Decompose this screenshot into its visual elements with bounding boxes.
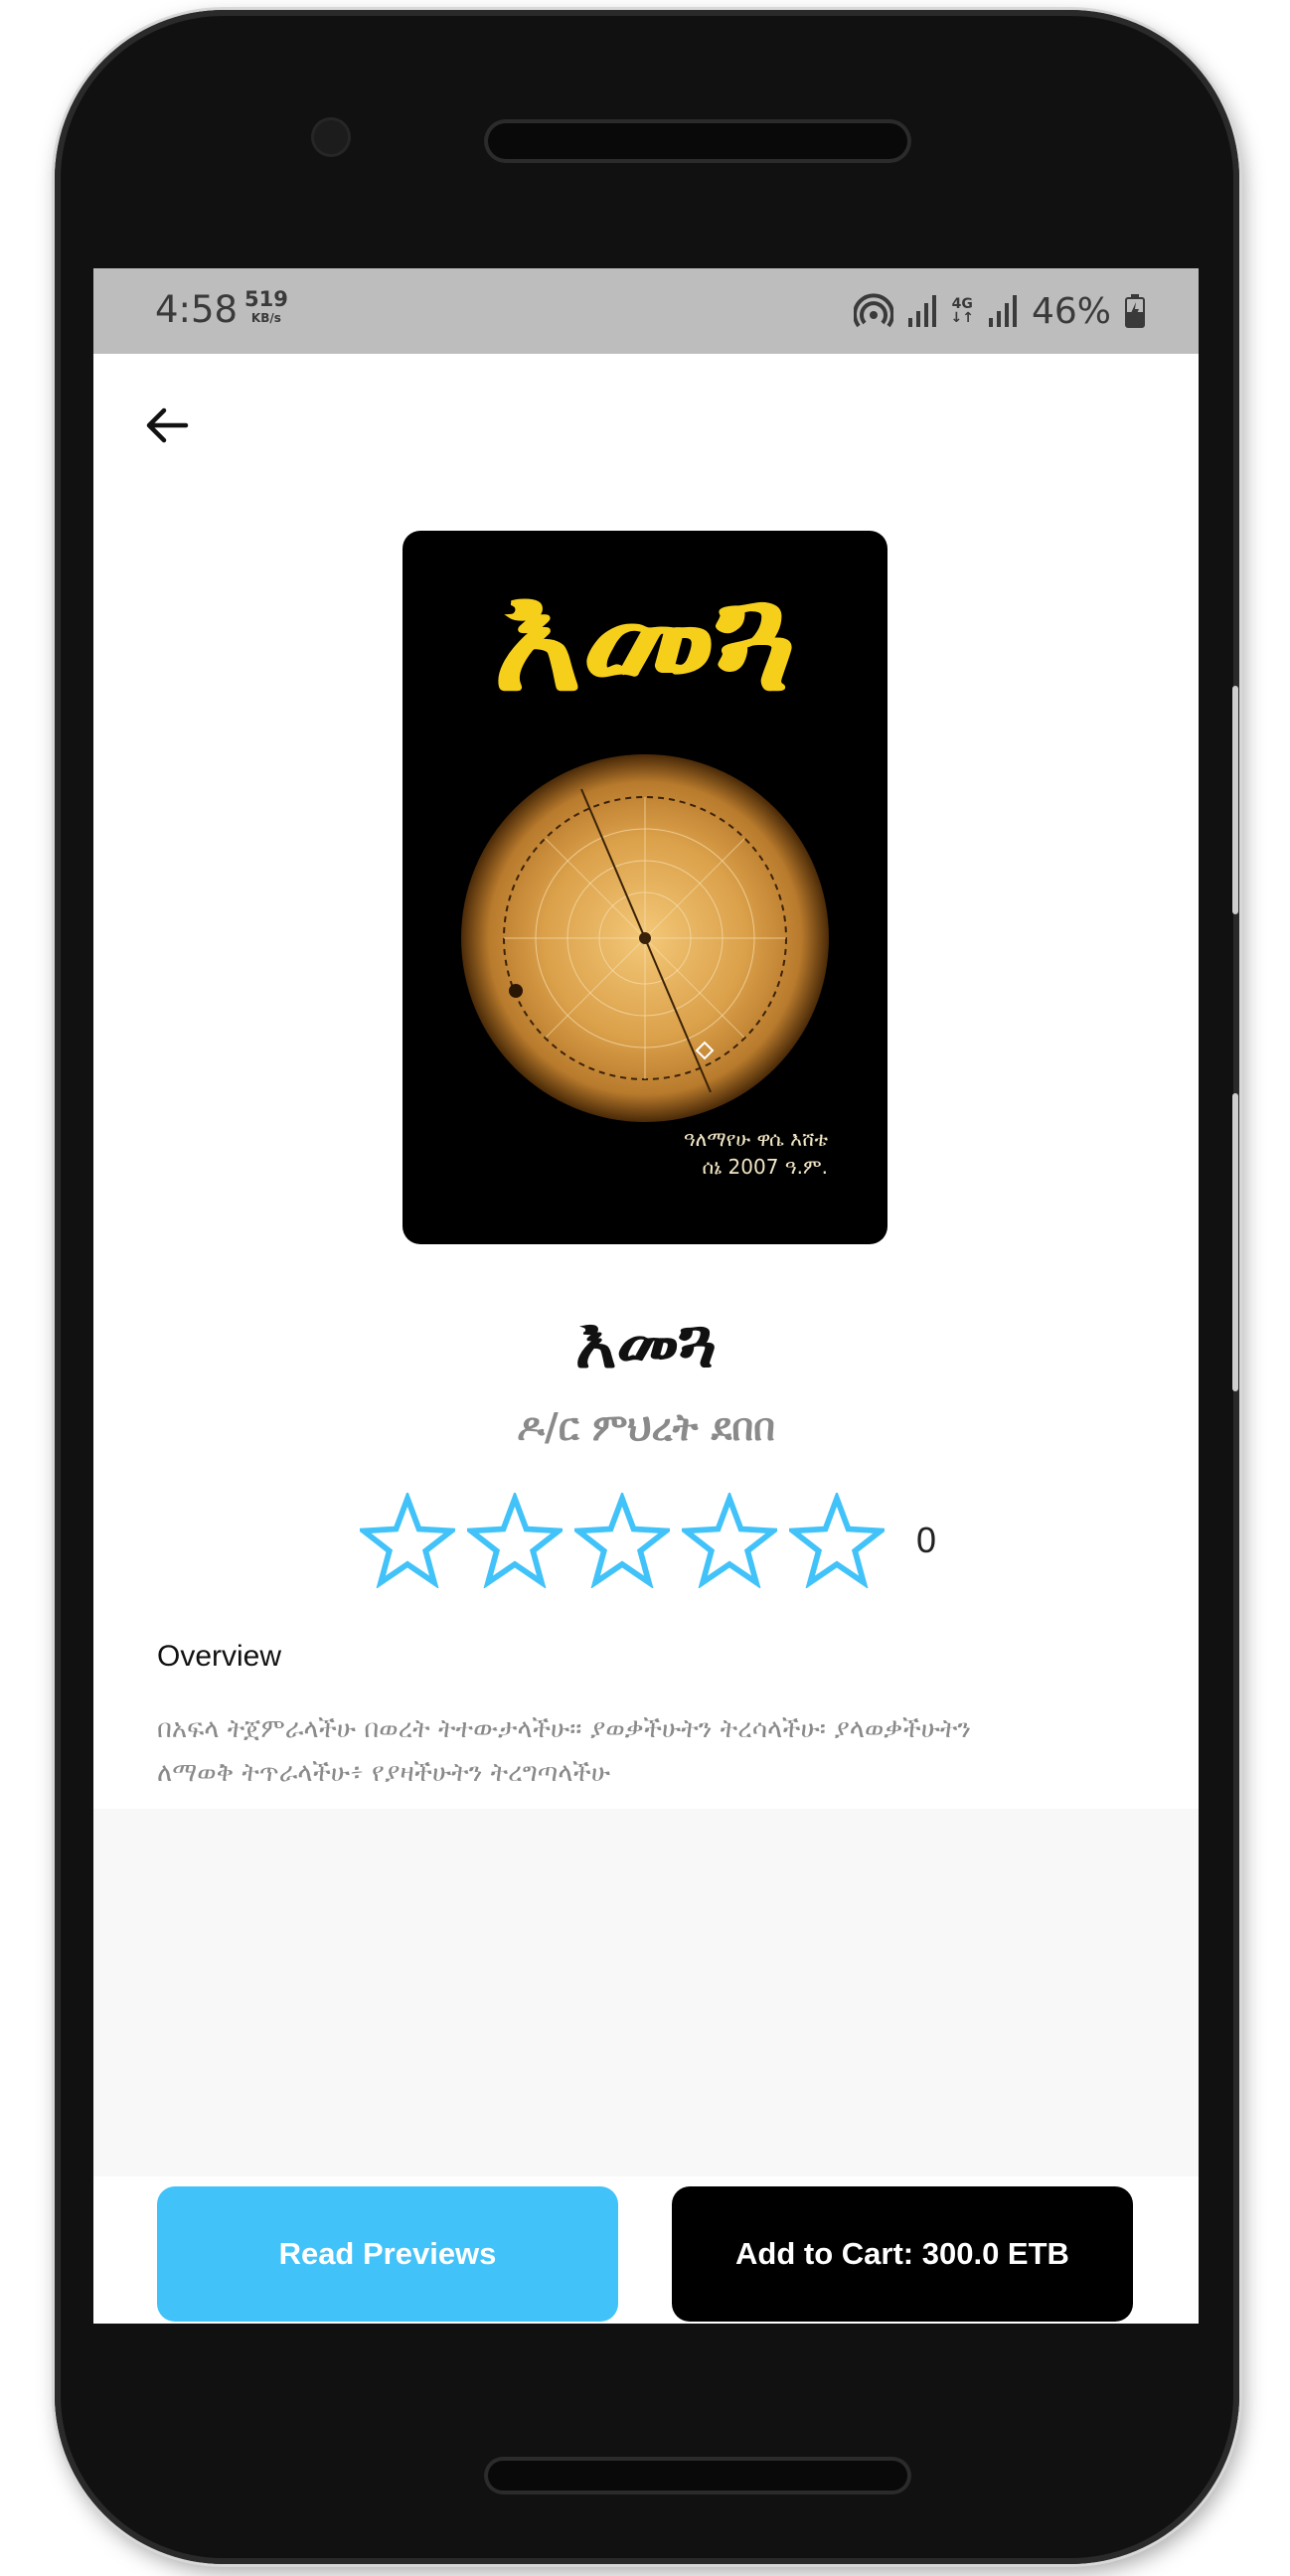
overview-heading: Overview [157, 1640, 282, 1673]
earpiece-speaker [484, 119, 911, 163]
status-time: 4:58 [155, 288, 239, 331]
battery-charging-icon [1125, 294, 1145, 328]
bottom-speaker [484, 2457, 911, 2495]
star-icon[interactable] [467, 1493, 563, 1588]
rating-stars: 0 [360, 1493, 936, 1588]
star-icon[interactable] [682, 1493, 777, 1588]
signal-icon [988, 295, 1017, 327]
status-icons: 4G ↓↑ 46% [853, 290, 1145, 332]
app-screen: 4:58 519 KB/s 4G ↓↑ 46% እመጓ ዓለማየሁ ዋሴ እሸቴ… [93, 268, 1199, 2324]
cover-author: ዓለማየሁ ዋሴ እሸቴ ሰኔ 2007 ዓ.ም. [683, 1127, 828, 1179]
signal-icon [907, 295, 936, 327]
book-cover: እመጓ ዓለማየሁ ዋሴ እሸቴ ሰኔ 2007 ዓ.ም. [403, 531, 887, 1244]
add-to-cart-button[interactable]: Add to Cart: 300.0 ETB [672, 2186, 1133, 2322]
front-camera [311, 117, 351, 157]
rating-count: 0 [916, 1520, 937, 1560]
battery-percent: 46% [1031, 290, 1111, 332]
hotspot-icon [853, 293, 893, 328]
cover-title: እመጓ [493, 552, 797, 724]
star-icon[interactable] [574, 1493, 670, 1588]
network-speed-value: 519 [244, 287, 288, 311]
overview-text-line: ለማወቅ ትጥራላችሁ፥ የያዛችሁትን ትረግጣላችሁ [157, 1758, 611, 1788]
book-title: እመጓ [574, 1302, 718, 1383]
network-speed-unit: KB/s [250, 311, 281, 325]
overview-text-line: በአፍላ ትጀምራላችሁ በወረት ትተውታላችሁ። ያወቃችሁትን ትረሳላች… [157, 1714, 972, 1744]
arrow-left-icon [146, 407, 189, 443]
cover-sun-illustration [461, 754, 829, 1122]
star-icon[interactable] [789, 1493, 885, 1588]
volume-button [1232, 686, 1238, 914]
network-speed: 519 KB/s [244, 287, 288, 328]
power-button [1232, 1093, 1238, 1391]
back-button[interactable] [137, 396, 197, 455]
read-previews-button[interactable]: Read Previews [157, 2186, 618, 2322]
star-icon[interactable] [360, 1493, 455, 1588]
status-bar: 4:58 519 KB/s 4G ↓↑ 46% [93, 268, 1199, 354]
content-spacer [93, 1809, 1199, 2176]
4g-data-icon: 4G ↓↑ [950, 296, 974, 326]
book-author: ዶ/ር ምህረት ደበበ [517, 1405, 775, 1449]
overview-text: በአፍላ ትጀምራላችሁ በወረት ትተውታላችሁ። ያወቃችሁትን ትረሳላች… [157, 1707, 1151, 1795]
